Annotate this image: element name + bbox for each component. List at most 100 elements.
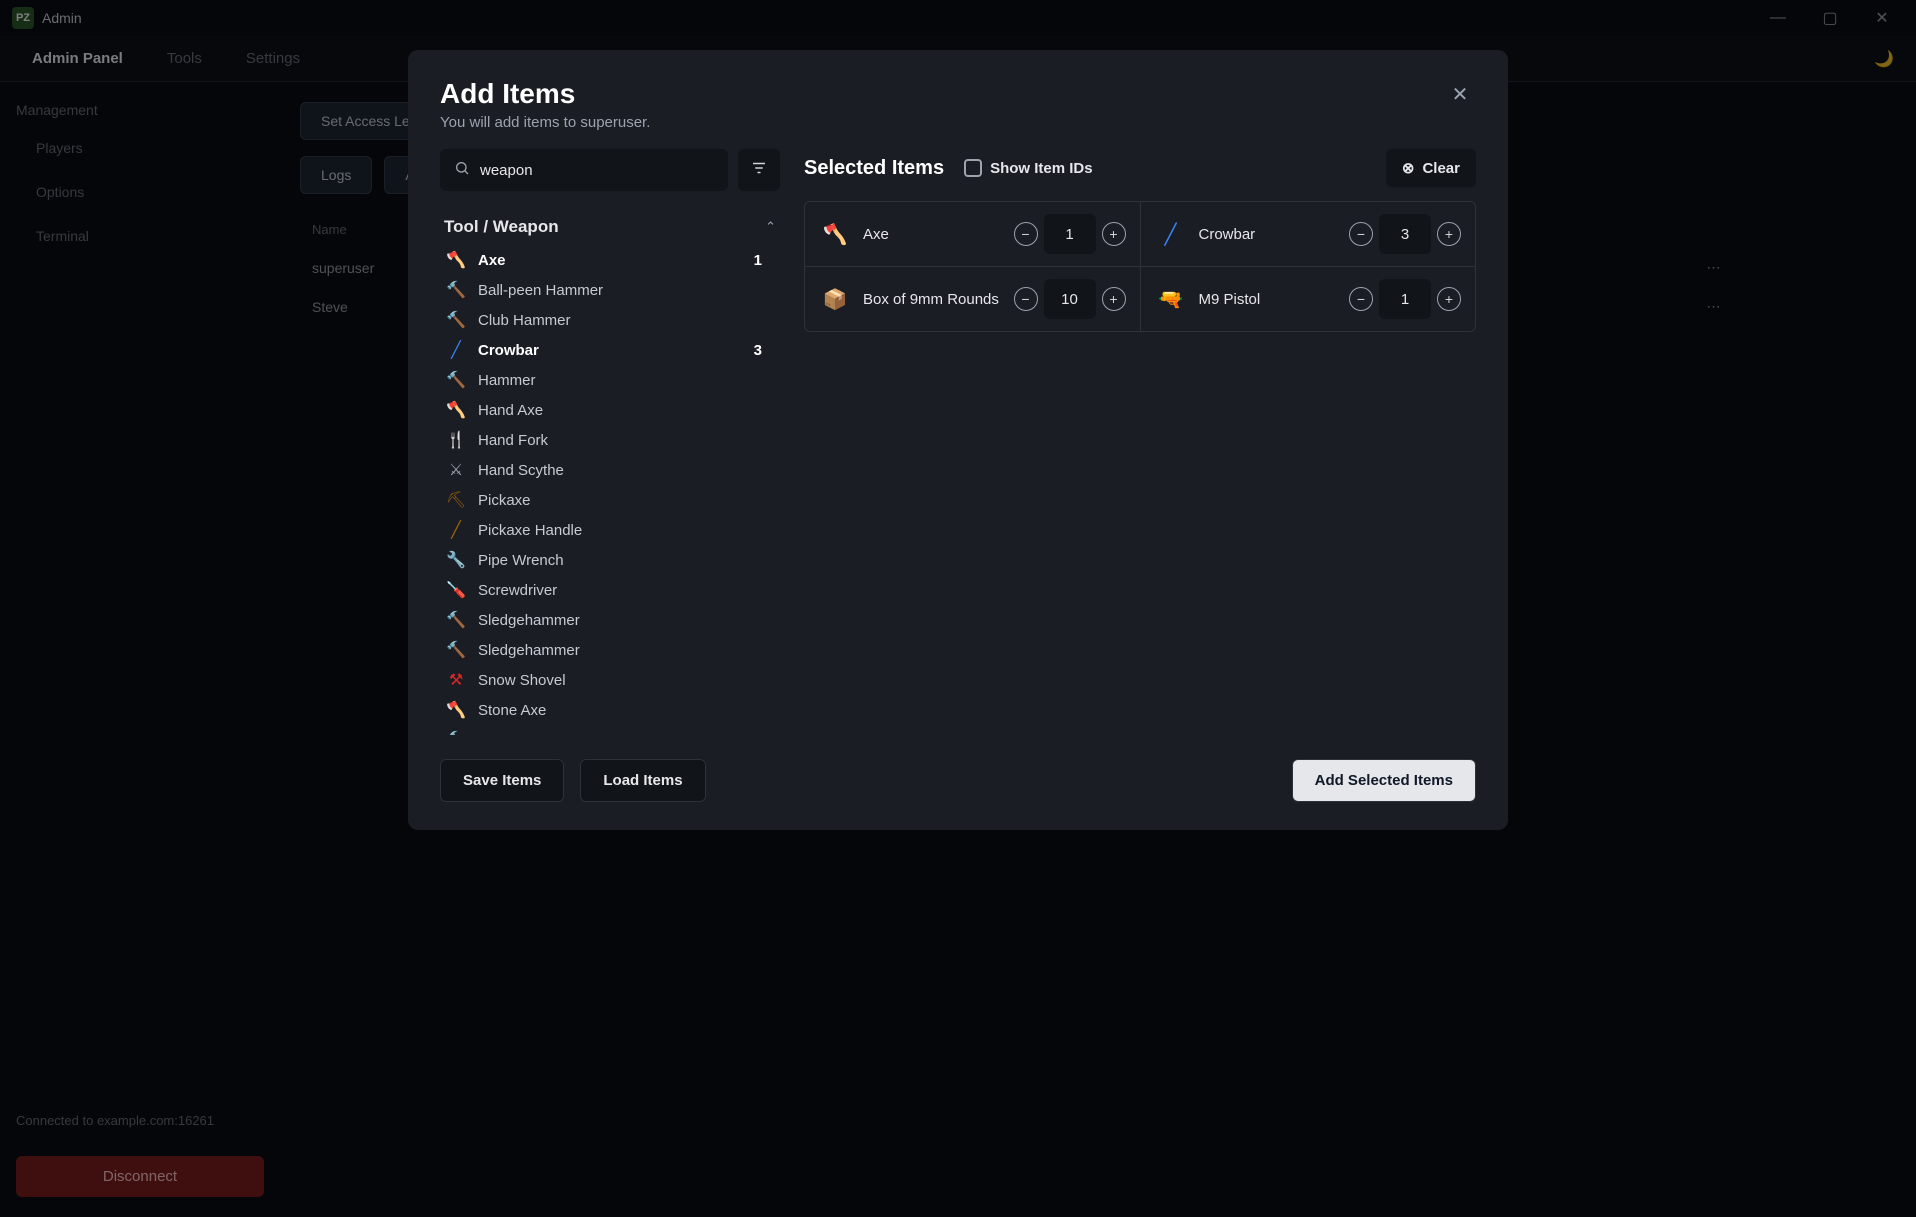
category-label: Tool / Weapon: [444, 217, 765, 237]
item-icon: 📦: [819, 283, 851, 315]
selected-item-name: Box of 9mm Rounds: [863, 291, 1002, 308]
item-icon: 🍴: [444, 428, 468, 452]
list-item[interactable]: ⚒ Snow Shovel: [440, 665, 774, 695]
list-item[interactable]: 🔨 Club Hammer: [440, 305, 774, 335]
list-item[interactable]: 🔨Stone Hammer: [440, 725, 774, 735]
item-icon: 🔨: [444, 308, 468, 332]
qty-plus-button[interactable]: +: [1437, 222, 1461, 246]
item-icon: 🪓: [444, 698, 468, 722]
show-item-ids-toggle[interactable]: Show Item IDs: [964, 159, 1093, 177]
list-item[interactable]: 🪓 Stone Axe: [440, 695, 774, 725]
list-item[interactable]: ╱ Pickaxe Handle: [440, 515, 774, 545]
qty-value[interactable]: 1: [1379, 279, 1431, 319]
search-input[interactable]: [480, 162, 714, 179]
item-icon: ╱: [1155, 218, 1187, 250]
selected-item-name: M9 Pistol: [1199, 291, 1338, 308]
search-icon: [454, 160, 470, 181]
clear-label: Clear: [1422, 160, 1460, 177]
selected-items-grid: 🪓Axe−1+╱Crowbar−3+📦Box of 9mm Rounds−10+…: [804, 201, 1476, 332]
item-name: Sledgehammer: [478, 612, 770, 629]
qty-plus-button[interactable]: +: [1437, 287, 1461, 311]
selected-item-cell: ╱ Crowbar−3+: [1141, 202, 1476, 267]
item-name: Ball-peen Hammer: [478, 282, 770, 299]
item-icon: ╱: [444, 338, 468, 362]
item-name: Hand Fork: [478, 432, 770, 449]
list-item[interactable]: 🪛 Screwdriver: [440, 575, 774, 605]
list-item[interactable]: 🔨 Sledgehammer: [440, 605, 774, 635]
list-item[interactable]: 🪓 Axe 1: [440, 245, 774, 275]
item-name: Crowbar: [478, 342, 744, 359]
item-icon: ╱: [444, 518, 468, 542]
qty-minus-button[interactable]: −: [1014, 287, 1038, 311]
chevron-up-icon: ⌃: [765, 219, 776, 235]
item-icon: 🔨: [444, 608, 468, 632]
selected-item-cell: 🔫 M9 Pistol−1+: [1141, 267, 1476, 331]
list-item[interactable]: 🔨 Hammer: [440, 365, 774, 395]
modal-title: Add Items: [440, 78, 650, 110]
item-icon: 🔨: [444, 728, 468, 735]
qty-minus-button[interactable]: −: [1349, 287, 1373, 311]
item-name: Hammer: [478, 372, 770, 389]
item-name: Hand Axe: [478, 402, 770, 419]
save-items-button[interactable]: Save Items: [440, 759, 564, 802]
list-item[interactable]: ⚔ Hand Scythe: [440, 455, 774, 485]
item-list[interactable]: 🪓 Axe 1 🔨 Ball-peen Hammer 🔨 Club Hammer ╱ Crowb…: [440, 245, 780, 735]
item-name: Stone Axe: [478, 702, 770, 719]
item-icon: 🔫: [1155, 283, 1187, 315]
list-item[interactable]: ⛏ Pickaxe: [440, 485, 774, 515]
item-icon: ⚒: [444, 668, 468, 692]
filter-button[interactable]: [738, 149, 780, 191]
list-item[interactable]: 🔧 Pipe Wrench: [440, 545, 774, 575]
item-icon: 🔨: [444, 368, 468, 392]
item-icon: ⛏: [444, 488, 468, 512]
qty-value[interactable]: 3: [1379, 214, 1431, 254]
selected-item-cell: 📦 Box of 9mm Rounds−10+: [805, 267, 1141, 331]
item-name: Hand Scythe: [478, 462, 770, 479]
item-icon: 🪓: [819, 218, 851, 250]
checkbox-icon[interactable]: [964, 159, 982, 177]
qty-plus-button[interactable]: +: [1102, 222, 1126, 246]
item-icon: 🔨: [444, 278, 468, 302]
qty-value[interactable]: 10: [1044, 279, 1096, 319]
add-items-modal: Add Items You will add items to superuse…: [408, 50, 1508, 830]
item-name: Sledgehammer: [478, 642, 770, 659]
list-item[interactable]: ╱ Crowbar 3: [440, 335, 774, 365]
qty-minus-button[interactable]: −: [1014, 222, 1038, 246]
item-icon: ⚔: [444, 458, 468, 482]
selected-items-title: Selected Items: [804, 157, 944, 180]
list-item[interactable]: 🔨 Sledgehammer: [440, 635, 774, 665]
item-icon: 🪓: [444, 398, 468, 422]
list-item[interactable]: 🪓 Hand Axe: [440, 395, 774, 425]
filter-icon: [750, 159, 768, 182]
item-name: Screwdriver: [478, 582, 770, 599]
item-count: 1: [754, 252, 762, 269]
list-item[interactable]: 🔨 Ball-peen Hammer: [440, 275, 774, 305]
modal-overlay: Add Items You will add items to superuse…: [0, 0, 1916, 1217]
load-items-button[interactable]: Load Items: [580, 759, 705, 802]
search-input-wrap: [440, 149, 728, 191]
list-item[interactable]: 🍴 Hand Fork: [440, 425, 774, 455]
selected-item-name: Axe: [863, 226, 1002, 243]
item-icon: 🔧: [444, 548, 468, 572]
item-name: Pickaxe: [478, 492, 770, 509]
qty-value[interactable]: 1: [1044, 214, 1096, 254]
item-icon: 🪓: [444, 248, 468, 272]
qty-plus-button[interactable]: +: [1102, 287, 1126, 311]
qty-minus-button[interactable]: −: [1349, 222, 1373, 246]
close-icon[interactable]: ✕: [1444, 78, 1476, 110]
clear-icon: ⊗: [1402, 159, 1415, 177]
item-name: Snow Shovel: [478, 672, 770, 689]
category-header[interactable]: Tool / Weapon ⌃: [440, 209, 780, 245]
item-count: 3: [754, 342, 762, 359]
item-icon: 🪛: [444, 578, 468, 602]
clear-button[interactable]: ⊗ Clear: [1386, 149, 1476, 187]
item-icon: 🔨: [444, 638, 468, 662]
add-selected-items-button[interactable]: Add Selected Items: [1292, 759, 1476, 802]
item-name: Club Hammer: [478, 312, 770, 329]
show-ids-label: Show Item IDs: [990, 160, 1093, 177]
item-name: Pipe Wrench: [478, 552, 770, 569]
item-name: Axe: [478, 252, 744, 269]
selected-item-cell: 🪓 Axe−1+: [805, 202, 1141, 267]
selected-item-name: Crowbar: [1199, 226, 1338, 243]
item-name: Pickaxe Handle: [478, 522, 770, 539]
